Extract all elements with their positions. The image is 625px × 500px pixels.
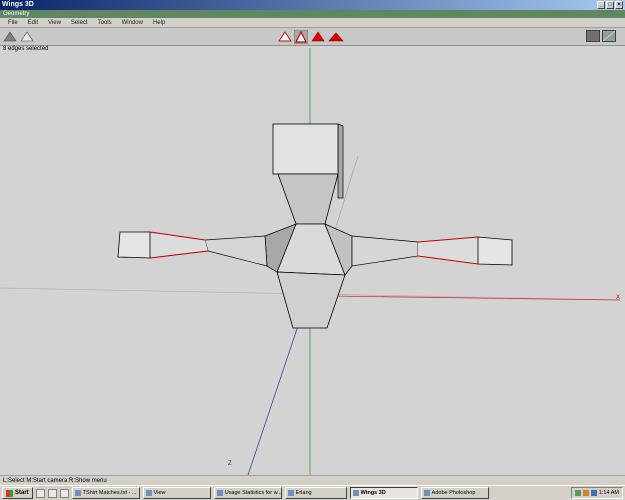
left-upper-arm-face [204, 235, 268, 267]
z-axis-label: Z [228, 461, 232, 467]
head-front-face [272, 123, 339, 175]
toolbar [0, 28, 625, 46]
menu-view[interactable]: View [43, 18, 66, 27]
mouse-help-text: L:Select M:Start camera R:Show menu [3, 478, 107, 484]
photoshop-icon [423, 490, 430, 496]
browser-icon [216, 490, 223, 496]
taskbar-item-erlang[interactable]: Erlang [284, 487, 347, 499]
system-tray: 1:14 AM [570, 487, 623, 499]
geometry-label: Geometry [3, 11, 30, 17]
maximize-button[interactable]: □ [606, 1, 614, 9]
menu-select[interactable]: Select [66, 18, 93, 27]
head-side-face [337, 123, 344, 199]
smooth-shading-icon[interactable] [3, 30, 17, 42]
folder-icon [145, 490, 152, 496]
clock[interactable]: 1:14 AM [599, 490, 619, 496]
neck-face [277, 173, 339, 225]
window-controls: _ □ × [597, 1, 623, 9]
vertex-select-mode-icon[interactable] [278, 30, 292, 42]
notepad-icon [74, 490, 81, 496]
taskbar-item-view[interactable]: View [142, 487, 211, 499]
selection-info: 8 edges selected [3, 46, 49, 52]
face-select-mode-icon[interactable] [311, 30, 325, 42]
taskbar-item-wings-3d[interactable]: Wings 3D [349, 487, 418, 499]
body-select-mode-icon[interactable] [328, 30, 344, 42]
start-button[interactable]: Start [2, 487, 33, 499]
menu-bar: File Edit View Select Tools Window Help [0, 18, 625, 28]
window-title: Wings 3D [2, 1, 34, 8]
ground-grid-icon[interactable] [602, 30, 616, 42]
taskbar-item-tshirt-matches[interactable]: TShirt Matches.txt - ... [71, 487, 140, 499]
mouse-help-bar: L:Select M:Start camera R:Show menu [0, 475, 625, 485]
menu-window[interactable]: Window [117, 18, 148, 27]
taskbar-item-photoshop[interactable]: Adobe Photoshop [420, 487, 489, 499]
messenger-icon[interactable] [590, 490, 597, 496]
volume-icon[interactable] [582, 490, 589, 496]
geometry-window-bar: Geometry [0, 10, 625, 18]
quicklaunch-app-icon[interactable] [59, 488, 69, 498]
windows-logo-icon [6, 489, 13, 497]
right-upper-arm-face [351, 235, 419, 267]
menu-help[interactable]: Help [148, 18, 170, 27]
right-hand-face [477, 236, 513, 266]
left-hand-face [117, 231, 151, 259]
wings-icon [352, 490, 359, 496]
taskbar: Start TShirt Matches.txt - ... View Usag… [0, 485, 625, 500]
quicklaunch-browser-icon[interactable] [47, 488, 57, 498]
start-label: Start [15, 490, 29, 496]
quicklaunch-desktop-icon[interactable] [35, 488, 45, 498]
scene-canvas[interactable] [0, 46, 625, 476]
wireframe-icon[interactable] [20, 30, 34, 42]
minimize-button[interactable]: _ [597, 1, 605, 9]
x-axis-label: X [616, 295, 621, 301]
lower-body-face [276, 271, 346, 329]
menu-file[interactable]: File [3, 18, 23, 27]
network-icon[interactable] [574, 490, 581, 496]
taskbar-item-usage-statistics[interactable]: Usage Statistics for w... [213, 487, 282, 499]
erlang-icon [287, 490, 294, 496]
title-bar: Wings 3D _ □ × [0, 0, 625, 10]
x-axis-line [329, 295, 621, 301]
edge-select-mode-icon[interactable] [294, 30, 308, 44]
menu-edit[interactable]: Edit [23, 18, 43, 27]
3d-viewport[interactable]: Z X [0, 46, 625, 476]
menu-tools[interactable]: Tools [93, 18, 117, 27]
perspective-view-icon[interactable] [586, 30, 600, 42]
close-button[interactable]: × [615, 1, 623, 9]
